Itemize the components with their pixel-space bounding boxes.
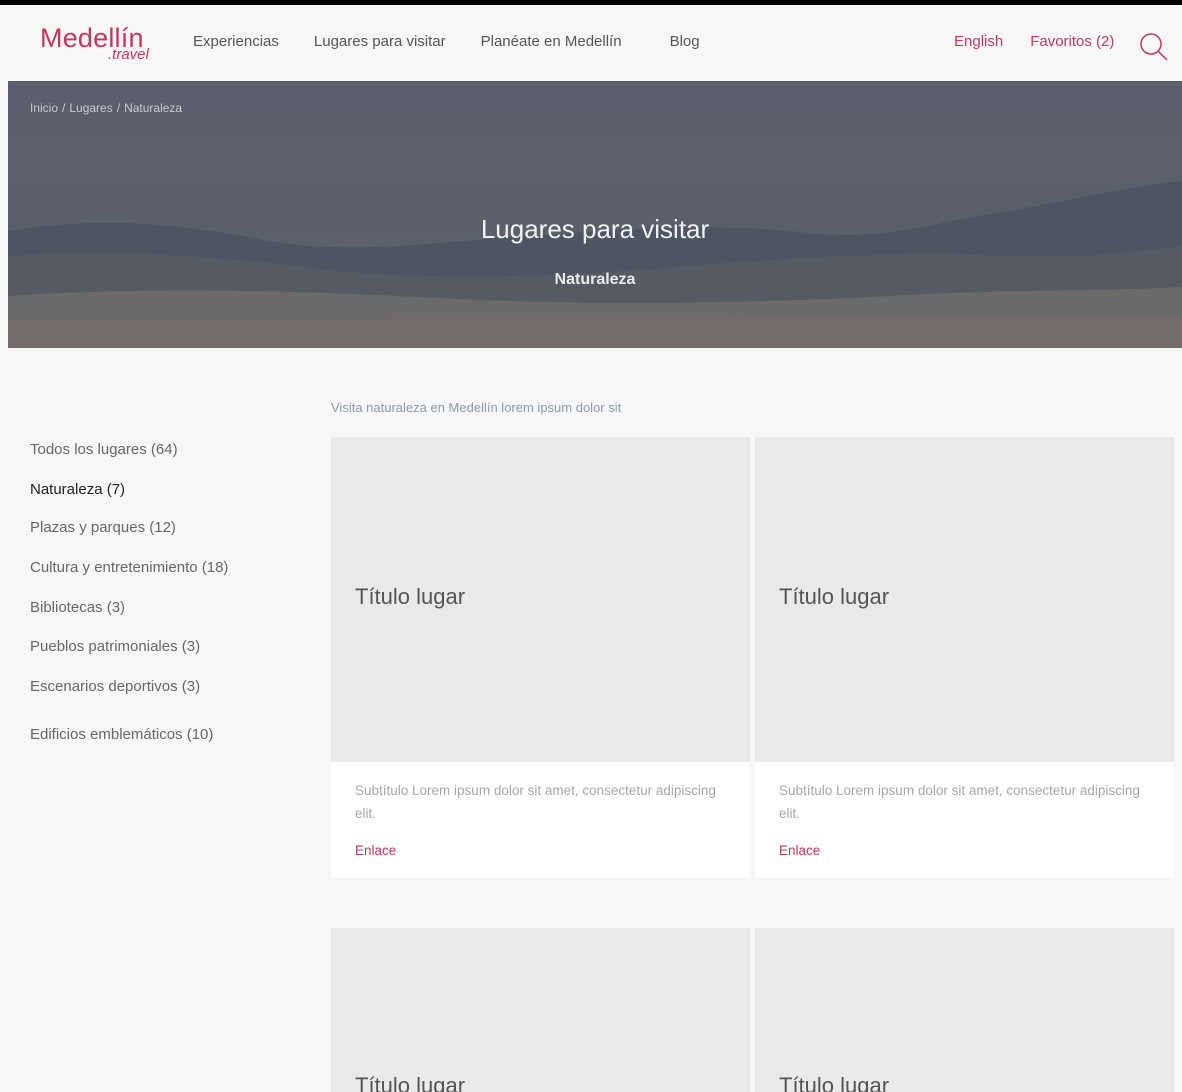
header-actions: English Favoritos (2) <box>954 33 1114 50</box>
card-title[interactable]: Título lugar <box>779 584 889 610</box>
place-card[interactable]: Título lugar <box>331 928 750 1092</box>
favorites-link[interactable]: Favoritos (2) <box>1030 33 1114 50</box>
card-title[interactable]: Título lugar <box>355 584 465 610</box>
place-card[interactable]: Título lugar Subtítulo Lorem ipsum dolor… <box>755 437 1174 878</box>
nav-lugares-para-visitar[interactable]: Lugares para visitar <box>314 33 446 50</box>
breadcrumb-home[interactable]: Inicio <box>30 101 58 115</box>
sidebar-item-escenarios[interactable]: Escenarios deportivos (3) <box>30 678 200 695</box>
sidebar-item-plazas[interactable]: Plazas y parques (12) <box>30 519 176 536</box>
sidebar-item-todos[interactable]: Todos los lugares (64) <box>30 441 178 458</box>
sidebar-item-naturaleza[interactable]: Naturaleza (7) <box>30 481 125 498</box>
logo[interactable]: Medellín .travel <box>40 25 149 63</box>
sidebar-item-edificios[interactable]: Edificios emblemáticos (10) <box>30 726 213 743</box>
nav-experiencias[interactable]: Experiencias <box>193 33 279 50</box>
card-image[interactable] <box>755 928 1174 1092</box>
place-card[interactable]: Título lugar <box>755 928 1174 1092</box>
card-subtitle: Subtítulo Lorem ipsum dolor sit amet, co… <box>779 783 1140 821</box>
page: Medellín .travel Experiencias Lugares pa… <box>0 5 1182 1092</box>
main-nav: Experiencias Lugares para visitar Planéa… <box>193 33 700 50</box>
page-subtitle: Naturaleza <box>554 271 636 288</box>
hero-banner: Inicio / Lugares / Naturaleza Lugares para v… <box>8 81 1182 348</box>
card-image[interactable] <box>331 928 750 1092</box>
breadcrumb-separator: / <box>116 101 121 115</box>
search-icon[interactable] <box>1138 31 1170 63</box>
breadcrumb-lugares[interactable]: Lugares <box>69 101 112 115</box>
intro-text: Visita naturaleza en Medellín lorem ipsu… <box>331 400 622 415</box>
card-title[interactable]: Título lugar <box>355 1073 465 1092</box>
nav-planeate[interactable]: Planéate en Medellín <box>481 33 622 50</box>
language-link[interactable]: English <box>954 33 1003 50</box>
place-card[interactable]: Título lugar Subtítulo Lorem ipsum dolor… <box>331 437 750 878</box>
logo-subtext: .travel <box>108 46 149 63</box>
sidebar-item-bibliotecas[interactable]: Bibliotecas (3) <box>30 599 125 616</box>
nav-blog[interactable]: Blog <box>670 33 700 50</box>
breadcrumb-separator: / <box>62 101 66 115</box>
sidebar-item-cultura[interactable]: Cultura y entretenimiento (18) <box>30 559 228 576</box>
breadcrumb-current: Naturaleza <box>124 101 183 115</box>
card-subtitle: Subtítulo Lorem ipsum dolor sit amet, co… <box>355 783 716 821</box>
site-header: Medellín .travel Experiencias Lugares pa… <box>0 5 1182 81</box>
breadcrumb: Inicio / Lugares / Naturaleza <box>30 101 182 115</box>
card-title[interactable]: Título lugar <box>779 1073 889 1092</box>
page-title: Lugares para visitar <box>480 214 710 244</box>
card-link[interactable]: Enlace <box>779 843 820 858</box>
card-link[interactable]: Enlace <box>355 843 396 858</box>
sidebar-item-pueblos[interactable]: Pueblos patrimoniales (3) <box>30 638 200 655</box>
